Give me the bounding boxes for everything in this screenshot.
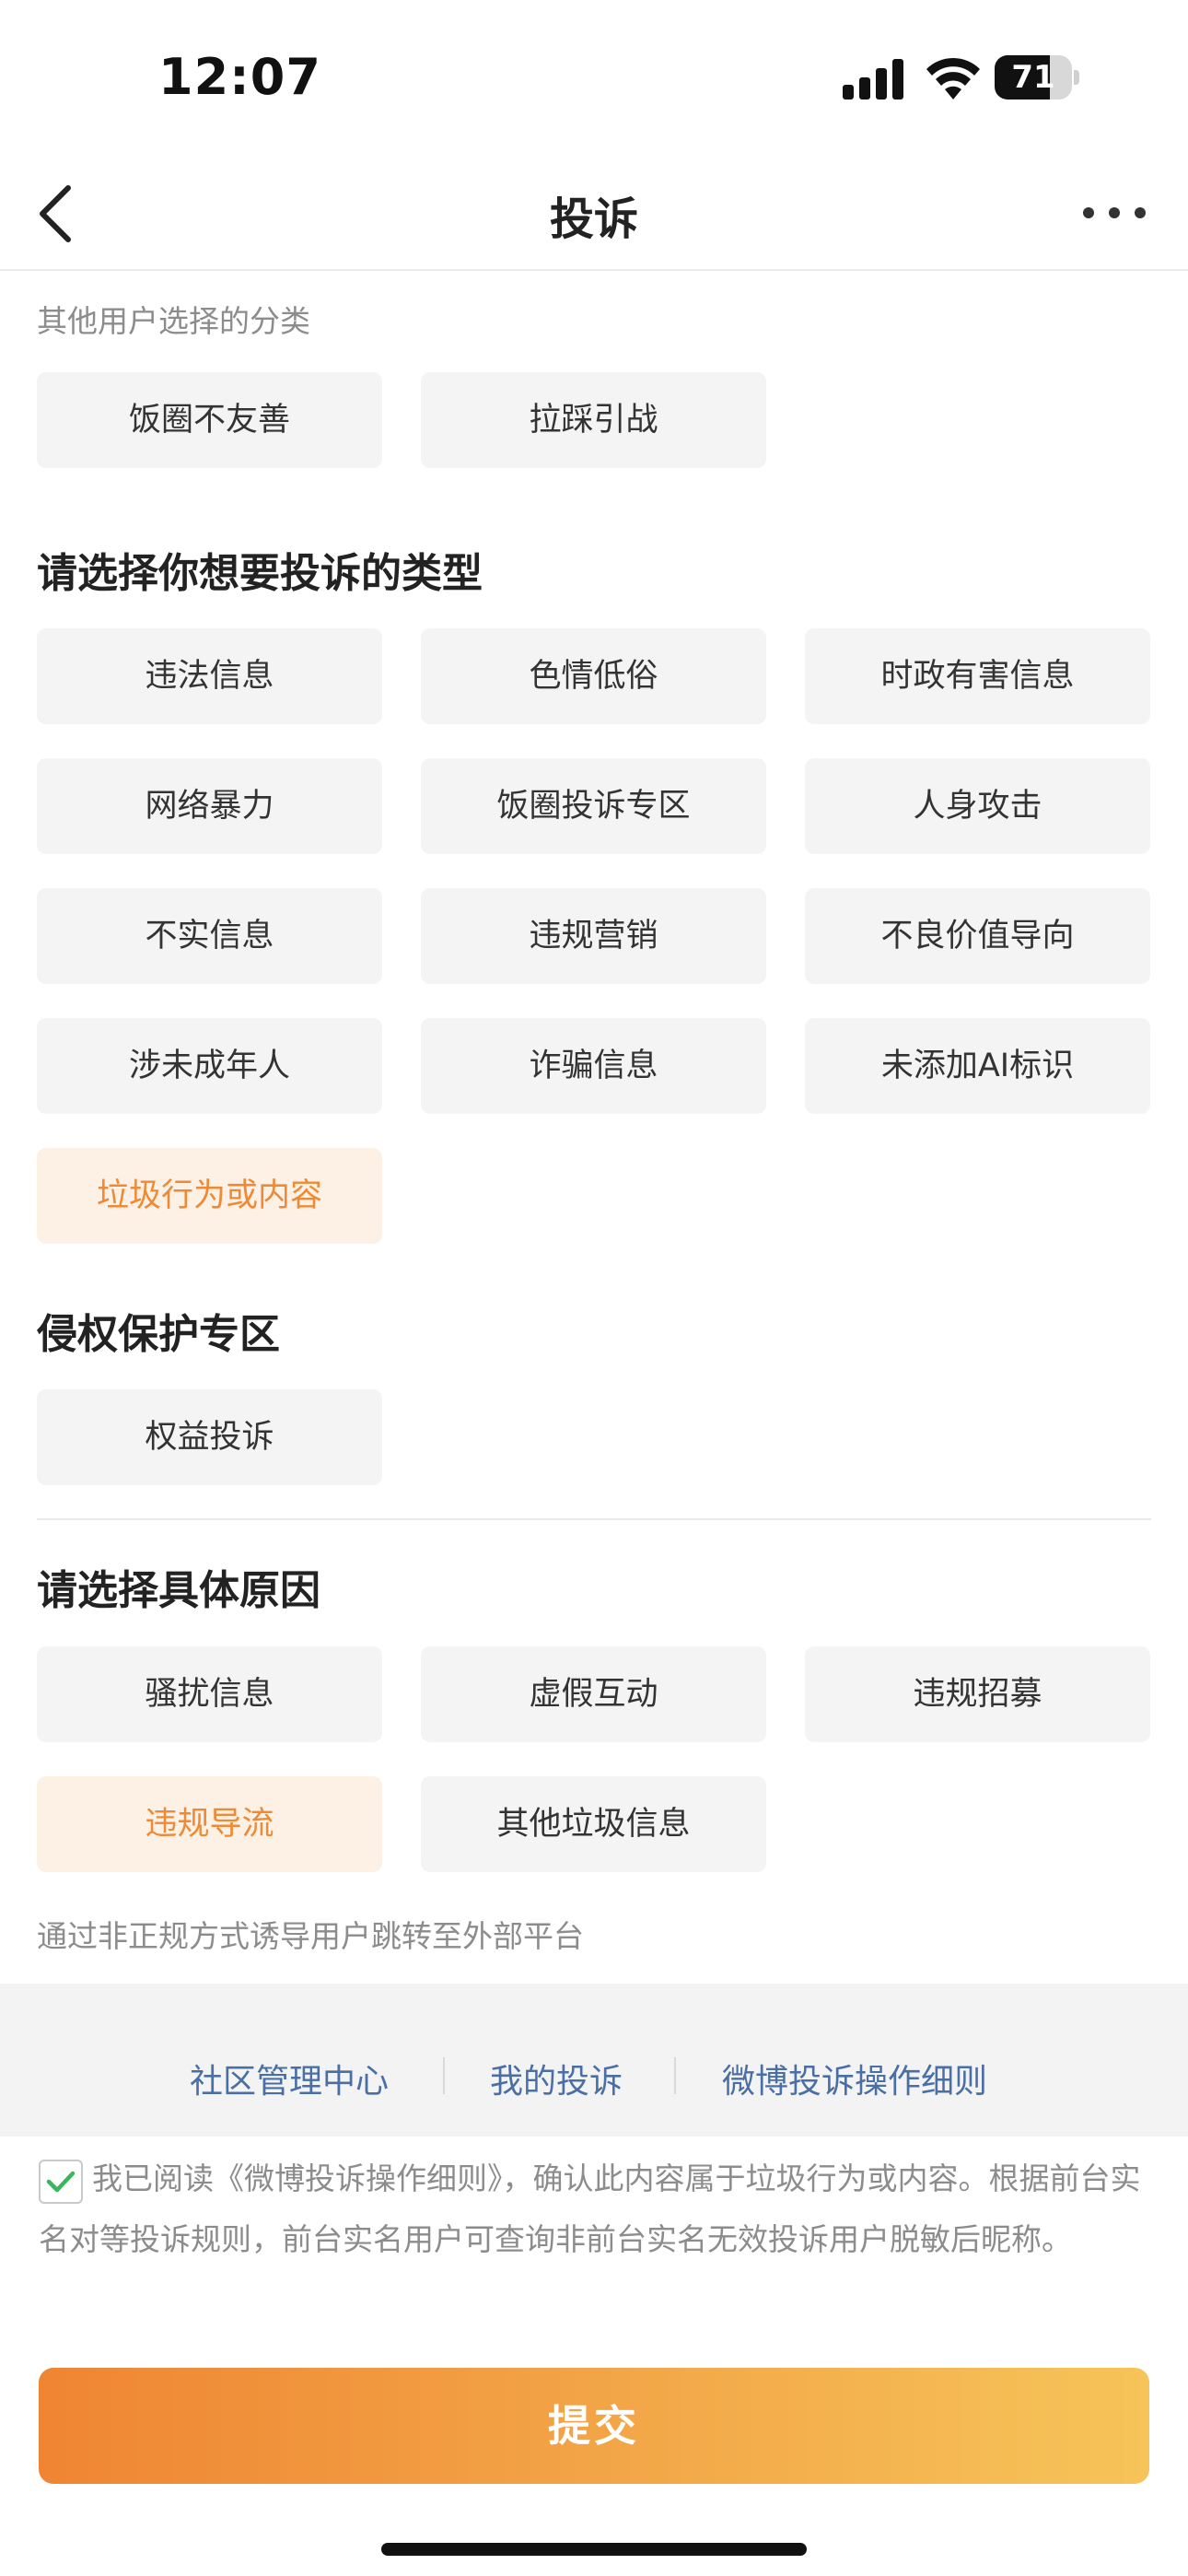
chip-type-0[interactable]: 违法信息 [37, 628, 382, 724]
chip-type-4[interactable]: 饭圈投诉专区 [421, 758, 766, 854]
chip-type-10[interactable]: 诈骗信息 [421, 1018, 766, 1114]
battery-level: 71 [1011, 59, 1055, 96]
other-users-hint: 其他用户选择的分类 [37, 303, 310, 339]
status-time: 12:07 [158, 48, 321, 106]
battery-icon: 71 [995, 55, 1079, 100]
reason-description: 通过非正规方式诱导用户跳转至外部平台 [37, 1918, 584, 1954]
chip-type-2[interactable]: 时政有害信息 [805, 628, 1150, 724]
chip-reason-4[interactable]: 其他垃圾信息 [421, 1776, 766, 1872]
chip-type-1[interactable]: 色情低俗 [421, 628, 766, 724]
reason-title: 请选择具体原因 [37, 1567, 320, 1614]
page-title: 投诉 [549, 193, 638, 245]
chip-type-7[interactable]: 违规营销 [421, 888, 766, 984]
chip-other-0[interactable]: 饭圈不友善 [37, 372, 382, 468]
chip-type-12-selected[interactable]: 垃圾行为或内容 [37, 1148, 382, 1244]
wifi-icon [926, 57, 980, 100]
complaint-type-title: 请选择你想要投诉的类型 [37, 550, 483, 597]
section-divider [37, 1518, 1151, 1520]
chip-reason-3-selected[interactable]: 违规导流 [37, 1776, 382, 1872]
cellular-signal-icon [843, 59, 903, 100]
chip-reason-0[interactable]: 骚扰信息 [37, 1646, 382, 1742]
link-separator [443, 2057, 445, 2094]
chip-reason-1[interactable]: 虚假互动 [421, 1646, 766, 1742]
status-bar: 12:07 71 [0, 0, 1188, 157]
rights-title: 侵权保护专区 [37, 1311, 280, 1358]
chip-type-8[interactable]: 不良价值导向 [805, 888, 1150, 984]
check-icon [46, 2171, 76, 2193]
link-my-complaints[interactable]: 我的投诉 [490, 2055, 623, 2102]
home-indicator [381, 2543, 807, 2556]
chip-type-9[interactable]: 涉未成年人 [37, 1018, 382, 1114]
chip-other-1[interactable]: 拉踩引战 [421, 372, 766, 468]
link-community-center[interactable]: 社区管理中心 [190, 2055, 389, 2102]
nav-bar: 投诉 [0, 157, 1188, 271]
submit-button[interactable]: 提交 [39, 2368, 1149, 2484]
chip-reason-2[interactable]: 违规招募 [805, 1646, 1150, 1742]
chip-type-11[interactable]: 未添加AI标识 [805, 1018, 1150, 1114]
link-complaint-rules[interactable]: 微博投诉操作细则 [722, 2055, 987, 2102]
chip-rights-0[interactable]: 权益投诉 [37, 1389, 382, 1485]
more-button[interactable] [1077, 190, 1151, 236]
chip-type-6[interactable]: 不实信息 [37, 888, 382, 984]
chip-type-3[interactable]: 网络暴力 [37, 758, 382, 854]
agreement-checkbox[interactable] [39, 2160, 83, 2204]
link-separator [674, 2057, 676, 2094]
chip-type-5[interactable]: 人身攻击 [805, 758, 1150, 854]
agreement-text: 我已阅读《微博投诉操作细则》，确认此内容属于垃圾行为或内容。根据前台实名对等投诉… [39, 2160, 1141, 2257]
